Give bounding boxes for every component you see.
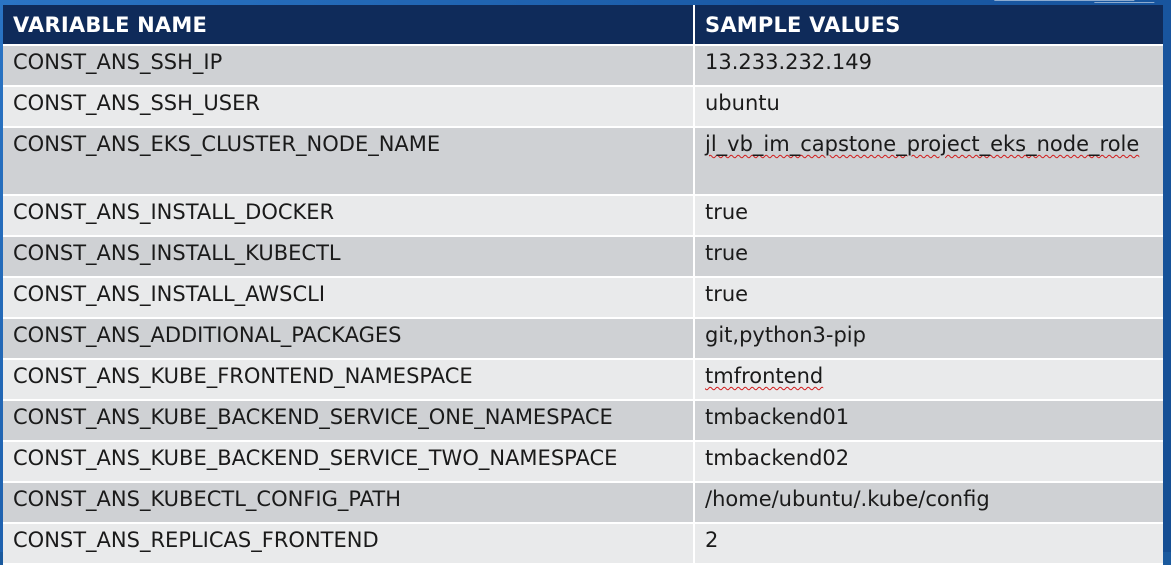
variables-table-container: VARIABLE NAME SAMPLE VALUES CONST_ANS_SS…	[3, 5, 1163, 565]
table-row: CONST_ANS_ADDITIONAL_PACKAGES git,python…	[3, 318, 1163, 360]
header-sample-values: SAMPLE VALUES	[694, 5, 1163, 46]
table-row: CONST_ANS_KUBE_BACKEND_SERVICE_ONE_NAMES…	[3, 400, 1163, 442]
sample-value-cell: 2	[694, 523, 1163, 565]
variable-name-cell: CONST_ANS_SSH_USER	[3, 86, 695, 128]
header-variable-name: VARIABLE NAME	[3, 5, 695, 46]
sample-value-cell: git,python3-pip	[694, 318, 1163, 360]
table-row: CONST_ANS_SSH_IP 13.233.232.149	[3, 45, 1163, 87]
variable-name-cell: CONST_ANS_KUBE_BACKEND_SERVICE_TWO_NAMES…	[3, 441, 695, 483]
sample-value-cell: jl_vb_im_capstone_project_eks_node_role	[694, 127, 1163, 196]
variable-name-cell: CONST_ANS_SSH_IP	[3, 45, 695, 87]
sample-value-cell: /home/ubuntu/.kube/config	[694, 482, 1163, 524]
variable-name-cell: CONST_ANS_ADDITIONAL_PACKAGES	[3, 318, 695, 360]
variable-name-cell: CONST_ANS_KUBE_BACKEND_SERVICE_ONE_NAMES…	[3, 400, 695, 442]
table-row: CONST_ANS_KUBECTL_CONFIG_PATH /home/ubun…	[3, 482, 1163, 524]
table-row: CONST_ANS_INSTALL_DOCKER true	[3, 195, 1163, 237]
table-row: CONST_ANS_SSH_USER ubuntu	[3, 86, 1163, 128]
table-row: CONST_ANS_INSTALL_KUBECTL true	[3, 236, 1163, 278]
sample-value-cell: tmbackend02	[694, 441, 1163, 483]
sample-value-cell: 13.233.232.149	[694, 45, 1163, 87]
table-row: CONST_ANS_KUBE_FRONTEND_NAMESPACE tmfron…	[3, 359, 1163, 401]
sample-value-cell: true	[694, 277, 1163, 319]
sample-value-text: tmfrontend	[705, 364, 824, 388]
variables-table: VARIABLE NAME SAMPLE VALUES CONST_ANS_SS…	[3, 5, 1163, 565]
table-header-row: VARIABLE NAME SAMPLE VALUES	[3, 5, 1163, 46]
variable-name-cell: CONST_ANS_REPLICAS_FRONTEND	[3, 523, 695, 565]
variable-name-cell: CONST_ANS_INSTALL_DOCKER	[3, 195, 695, 237]
sample-value-text: jl_vb_im_capstone_project_eks_node_role	[705, 132, 1140, 156]
variable-name-cell: CONST_ANS_KUBECTL_CONFIG_PATH	[3, 482, 695, 524]
sample-value-cell: true	[694, 236, 1163, 278]
table-row: CONST_ANS_EKS_CLUSTER_NODE_NAME jl_vb_im…	[3, 127, 1163, 196]
variable-name-cell: CONST_ANS_INSTALL_KUBECTL	[3, 236, 695, 278]
table-row: CONST_ANS_KUBE_BACKEND_SERVICE_TWO_NAMES…	[3, 441, 1163, 483]
table-row: CONST_ANS_INSTALL_AWSCLI true	[3, 277, 1163, 319]
variable-name-cell: CONST_ANS_KUBE_FRONTEND_NAMESPACE	[3, 359, 695, 401]
sample-value-cell: ubuntu	[694, 86, 1163, 128]
variable-name-cell: CONST_ANS_INSTALL_AWSCLI	[3, 277, 695, 319]
sample-value-cell: tmbackend01	[694, 400, 1163, 442]
variable-name-cell: CONST_ANS_EKS_CLUSTER_NODE_NAME	[3, 127, 695, 196]
sample-value-cell: true	[694, 195, 1163, 237]
sample-value-cell: tmfrontend	[694, 359, 1163, 401]
table-row: CONST_ANS_REPLICAS_FRONTEND 2	[3, 523, 1163, 565]
